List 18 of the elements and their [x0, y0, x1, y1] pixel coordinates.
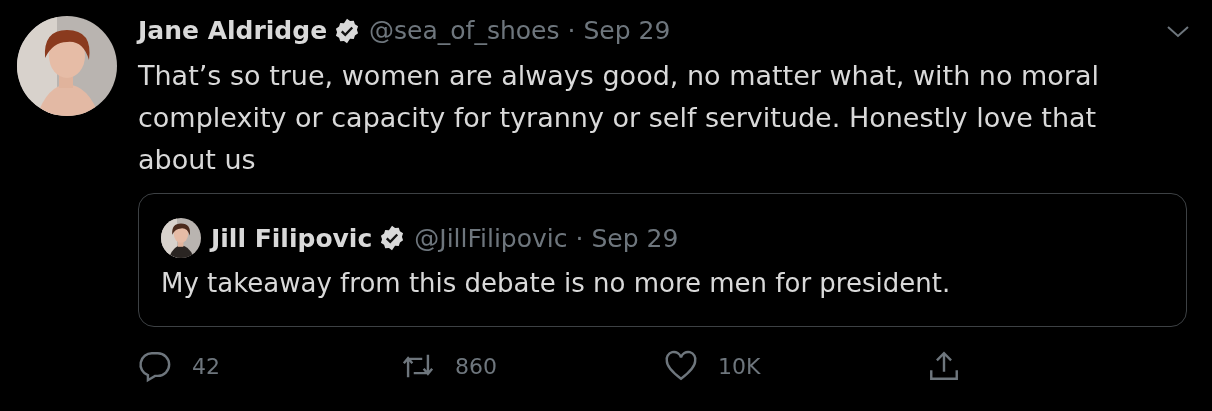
- chevron-down-icon[interactable]: [1166, 24, 1190, 40]
- share-icon[interactable]: [927, 349, 961, 383]
- tweet-date[interactable]: Sep 29: [591, 223, 679, 253]
- tweet-date[interactable]: Sep 29: [583, 16, 671, 45]
- author-handle[interactable]: @sea_of_shoes: [369, 16, 560, 45]
- reply-icon[interactable]: [138, 349, 172, 383]
- retweet-count: 860: [455, 353, 497, 379]
- author-name[interactable]: Jane Aldridge: [138, 16, 328, 45]
- separator: ·: [567, 16, 576, 45]
- author-name[interactable]: Jill Filipovic: [211, 223, 373, 253]
- like-count: 10K: [718, 353, 761, 379]
- separator: ·: [575, 223, 584, 253]
- quoted-tweet-card[interactable]: Jill Filipovic @JillFilipovic · Sep 29 My takeaway from this debate is no more men for president.: [138, 193, 1187, 327]
- quoted-tweet-text: My takeaway from this debate is no more men for president.: [161, 268, 952, 298]
- reply-count: 42: [192, 353, 220, 379]
- author-handle[interactable]: @JillFilipovic: [414, 223, 568, 253]
- heart-icon[interactable]: [664, 349, 698, 383]
- tweet-text: That’s so true, women are always good, no matter what, with no moral complexity or capacity for tyranny or self servitude. Honestly love that about us: [138, 59, 1101, 177]
